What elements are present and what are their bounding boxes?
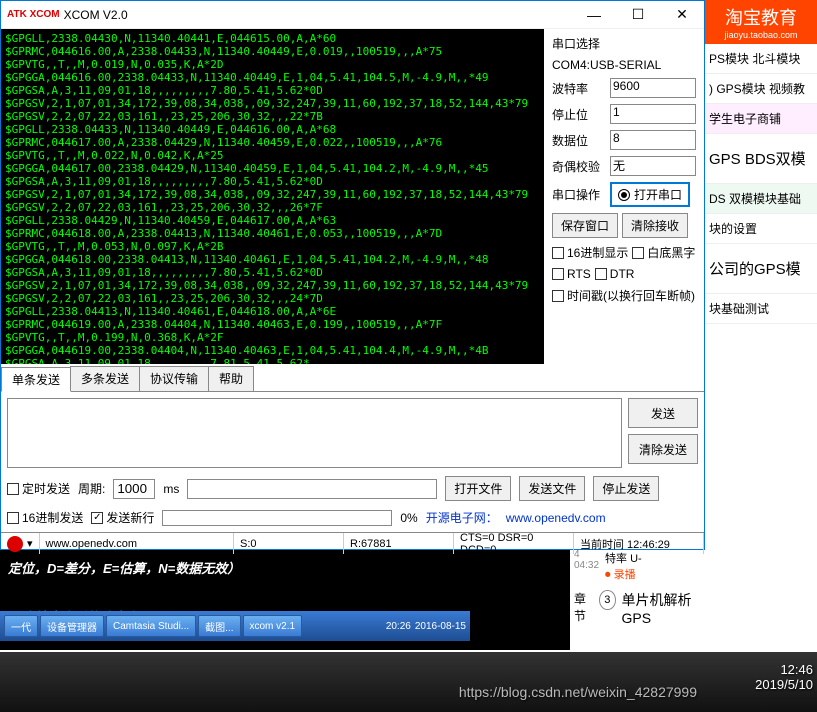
bg-item[interactable]: 块的设置 <box>705 214 817 244</box>
clear-recv-button[interactable]: 清除接收 <box>622 213 688 238</box>
status-url[interactable]: www.openedv.com <box>40 533 234 554</box>
reload-icon <box>7 536 23 552</box>
link-label: 开源电子网： <box>426 509 498 526</box>
background-sidebar: 淘宝教育 jiaoyu.taobao.com PS模块 北斗模块 ) GPS模块… <box>705 0 817 712</box>
open-port-button[interactable]: 打开串口 <box>610 182 690 207</box>
radio-icon <box>618 189 630 201</box>
app-logo: ATK XCOM <box>7 10 60 19</box>
window-title: XCOM V2.0 <box>64 8 572 22</box>
white-bg-checkbox[interactable]: 白底黑字 <box>632 244 695 261</box>
main-area: $GPGLL,2338.04430,N,11340.40441,E,044615… <box>1 29 704 364</box>
bg-item[interactable]: GPS BDS双模 <box>705 134 817 184</box>
rts-checkbox[interactable]: RTS <box>552 267 591 281</box>
hex-send-checkbox[interactable]: 16进制发送 <box>7 509 83 526</box>
timed-send-checkbox[interactable]: 定时发送 <box>7 480 70 497</box>
bg-item[interactable]: 学生电子商铺 <box>705 104 817 134</box>
bg-item[interactable]: 公司的GPS模 <box>705 244 817 294</box>
taskbar-item[interactable]: 截图... <box>198 615 240 637</box>
period-label: 周期: <box>78 480 105 497</box>
baud-select[interactable]: 9600 <box>610 78 696 98</box>
status-time: 当前时间 12:46:29 <box>574 533 704 554</box>
terminal-output[interactable]: $GPGLL,2338.04430,N,11340.40441,E,044615… <box>1 29 544 364</box>
save-window-button[interactable]: 保存窗口 <box>552 213 618 238</box>
newline-checkbox[interactable]: ✓发送新行 <box>91 509 154 526</box>
taskbar-item[interactable]: xcom v2.1 <box>243 615 303 637</box>
maximize-button[interactable]: ☐ <box>616 1 660 29</box>
system-tray[interactable]: 20:26 2016-08-15 <box>386 621 466 632</box>
status-lines: CTS=0 DSR=0 DCD=0 <box>454 533 574 554</box>
hex-display-checkbox[interactable]: 16进制显示 <box>552 244 628 261</box>
open-port-label: 打开串口 <box>634 186 682 203</box>
minimize-button[interactable]: — <box>572 1 616 29</box>
status-reload[interactable]: ▾ <box>1 533 40 554</box>
progress-pct: 0% <box>400 511 417 525</box>
taskbar-item[interactable]: 设备管理器 <box>40 615 104 637</box>
port-label: 串口选择 <box>552 35 696 52</box>
footer-bg <box>0 652 817 712</box>
data-label: 数据位 <box>552 132 606 149</box>
parity-label: 奇偶校验 <box>552 158 606 175</box>
link-url[interactable]: www.openedv.com <box>506 511 606 525</box>
file-path-input[interactable] <box>187 479 437 499</box>
chapter-number-icon: 3 <box>599 590 615 610</box>
taskbar-item[interactable]: Camtasia Studi... <box>106 615 196 637</box>
status-recv: R:67881 <box>344 533 454 554</box>
bg-item[interactable]: 块基础测试 <box>705 294 817 324</box>
chapter-item[interactable]: 章节 3 单片机解析GPS <box>574 590 701 626</box>
taobao-banner[interactable]: 淘宝教育 jiaoyu.taobao.com <box>705 0 817 44</box>
timestamp-checkbox[interactable]: 时间戳(以换行回车断帧) <box>552 287 696 304</box>
op-label: 串口操作 <box>552 186 606 203</box>
ms-label: ms <box>163 482 179 496</box>
status-sent: S:0 <box>234 533 344 554</box>
progress-bar <box>162 510 392 526</box>
system-clock[interactable]: 12:46 2019/5/10 <box>755 662 813 692</box>
send-tabs: 单条发送 多条发送 协议传输 帮助 <box>1 366 704 392</box>
bg-item[interactable]: DS 双模模块基础 <box>705 184 817 214</box>
close-button[interactable]: ✕ <box>660 1 704 29</box>
data-select[interactable]: 8 <box>610 130 696 150</box>
send-textarea[interactable] <box>7 398 622 468</box>
bg-item[interactable]: PS模块 北斗模块 <box>705 44 817 74</box>
taskbar-item[interactable]: 一代 <box>4 615 38 637</box>
port-select[interactable]: COM4:USB-SERIAL <box>552 58 696 72</box>
send-panel: 发送 清除发送 定时发送 周期: ms 打开文件 发送文件 停止发送 16进制发… <box>1 392 704 532</box>
tab-help[interactable]: 帮助 <box>208 366 254 391</box>
bg-item[interactable]: ) GPS模块 视频教 <box>705 74 817 104</box>
csdn-watermark: https://blog.csdn.net/weixin_42827999 <box>459 684 697 700</box>
tab-multi-send[interactable]: 多条发送 <box>70 366 140 391</box>
parity-select[interactable]: 无 <box>610 156 696 176</box>
serial-settings-panel: 串口选择 COM4:USB-SERIAL 波特率 9600 停止位 1 数据位 … <box>544 29 704 364</box>
main-window: ATK XCOM XCOM V2.0 — ☐ ✕ $GPGLL,2338.044… <box>0 0 705 550</box>
period-input[interactable] <box>113 479 155 499</box>
send-file-button[interactable]: 发送文件 <box>519 476 585 501</box>
stop-label: 停止位 <box>552 106 606 123</box>
stop-select[interactable]: 1 <box>610 104 696 124</box>
stop-send-button[interactable]: 停止发送 <box>593 476 659 501</box>
taskbar: 一代 设备管理器 Camtasia Studi... 截图... xcom v2… <box>0 611 470 641</box>
baud-label: 波特率 <box>552 80 606 97</box>
titlebar: ATK XCOM XCOM V2.0 — ☐ ✕ <box>1 1 704 29</box>
open-file-button[interactable]: 打开文件 <box>445 476 511 501</box>
tab-single-send[interactable]: 单条发送 <box>1 367 71 392</box>
send-button[interactable]: 发送 <box>628 398 698 428</box>
clear-send-button[interactable]: 清除发送 <box>628 434 698 464</box>
status-bar: ▾ www.openedv.com S:0 R:67881 CTS=0 DSR=… <box>1 532 704 554</box>
dtr-checkbox[interactable]: DTR <box>595 267 635 281</box>
tab-protocol[interactable]: 协议传输 <box>139 366 209 391</box>
